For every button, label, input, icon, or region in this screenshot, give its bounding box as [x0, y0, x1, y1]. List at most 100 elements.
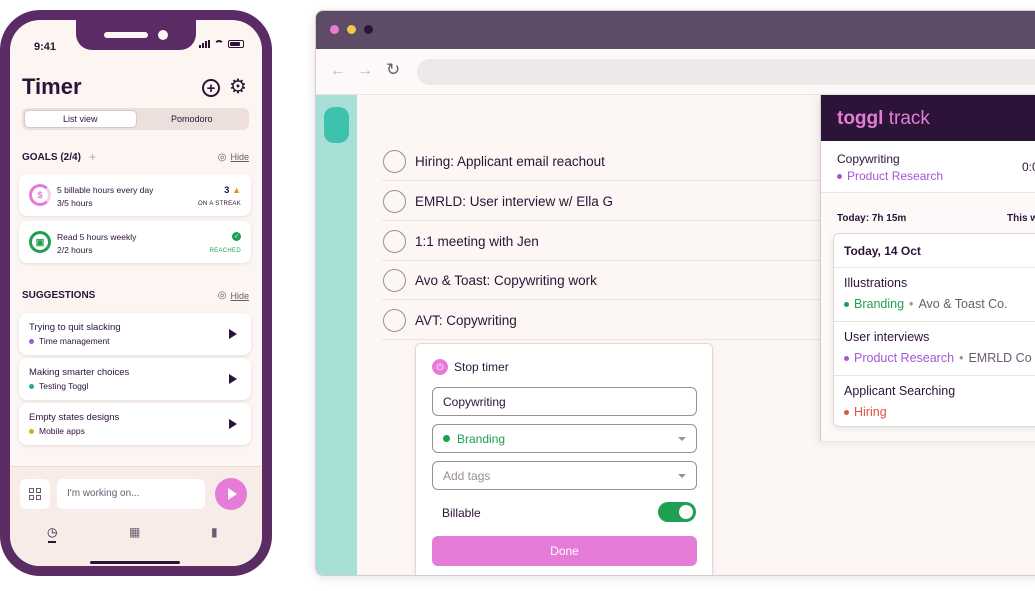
tab-list-view[interactable]: List view: [24, 110, 137, 128]
goal-card[interactable]: $ 5 billable hours every day 3/5 hours 3…: [19, 174, 251, 216]
task-label: 1:1 meeting with Jen: [415, 233, 539, 249]
app-sidebar: [316, 95, 357, 575]
goal-progress: 3/5 hours: [57, 198, 93, 208]
entry-title: Illustrations: [844, 276, 908, 290]
running-entry[interactable]: Copywriting Product Research 0:0: [821, 141, 1035, 193]
gear-icon[interactable]: ⚙: [228, 76, 248, 98]
task-checkbox[interactable]: [383, 189, 406, 213]
hide-suggestions-button[interactable]: ◎ Hide: [218, 290, 249, 301]
task-row[interactable]: 1:1 meeting with Jen: [382, 222, 842, 261]
qr-code-button[interactable]: [20, 479, 50, 509]
home-indicator: [90, 561, 180, 564]
task-row[interactable]: AVT: Copywriting: [382, 301, 842, 340]
time-entry[interactable]: Illustrations Branding • Avo & Toast Co.: [834, 267, 1035, 321]
entry-client: Avo & Toast Co.: [918, 297, 1008, 311]
play-icon: [228, 488, 237, 500]
task-row[interactable]: Avo & Toast: Copywriting work: [382, 261, 842, 300]
hide-label: Hide: [230, 152, 249, 162]
chevron-down-icon: [678, 473, 686, 478]
suggestion-item[interactable]: Empty states designs Mobile apps: [19, 403, 251, 445]
streak-number: 3: [224, 185, 230, 196]
camera: [158, 30, 168, 40]
calendar-icon[interactable]: ▦: [129, 525, 140, 539]
phone-screen: 9:41 Timer + ⚙ List view Pomodoro GOALS …: [10, 20, 262, 566]
close-dot[interactable]: [330, 25, 339, 34]
goal-status: REACHED: [209, 248, 241, 254]
play-icon[interactable]: [229, 419, 237, 429]
speaker: [104, 32, 148, 38]
stop-timer-button[interactable]: ⏻ Stop timer: [432, 359, 509, 375]
dollar-goal-icon: $: [29, 184, 51, 206]
done-button[interactable]: Done: [432, 536, 697, 566]
maximize-dot[interactable]: [364, 25, 373, 34]
separator: •: [959, 351, 964, 365]
back-icon[interactable]: ←: [330, 62, 346, 80]
sidebar-pill[interactable]: [324, 107, 349, 143]
status-time: 9:41: [34, 41, 57, 53]
suggestion-project: Time management: [29, 336, 110, 346]
reload-icon[interactable]: ↻: [386, 60, 400, 80]
add-goal-icon[interactable]: +: [89, 150, 96, 164]
project-label: Mobile apps: [39, 426, 85, 436]
battery-icon: [228, 40, 244, 48]
task-checkbox[interactable]: [383, 229, 406, 253]
time-entry[interactable]: User interviews Product Research • EMRLD…: [834, 321, 1035, 375]
description-input[interactable]: I'm working on...: [57, 479, 205, 509]
minimize-dot[interactable]: [347, 25, 356, 34]
goals-title: GOALS (2/4): [22, 151, 81, 163]
add-icon[interactable]: +: [202, 79, 220, 97]
suggestion-item[interactable]: Trying to quit slacking Time management: [19, 313, 251, 355]
suggestion-item[interactable]: Making smarter choices Testing Toggl: [19, 358, 251, 400]
project-dot: [844, 301, 849, 307]
eye-off-icon: ◎: [217, 151, 227, 163]
suggestion-project: Mobile apps: [29, 426, 85, 436]
bar-chart-icon[interactable]: ▮: [211, 525, 218, 539]
task-row[interactable]: Hiring: Applicant email reachout: [382, 142, 842, 181]
time-entry[interactable]: Applicant Searching Hiring: [834, 375, 1035, 429]
tags-select[interactable]: Add tags: [432, 461, 697, 490]
project-dot: [844, 355, 849, 361]
phone-mockup: 9:41 Timer + ⚙ List view Pomodoro GOALS …: [0, 10, 272, 576]
task-checkbox[interactable]: [383, 308, 406, 332]
page-content: Hiring: Applicant email reachout EMRLD: …: [316, 95, 1035, 575]
project-dot: [443, 435, 450, 442]
logo-toggl: toggl: [837, 108, 884, 129]
tab-pomodoro[interactable]: Pomodoro: [137, 110, 248, 128]
entry-project: Branding: [854, 297, 905, 311]
task-label: Hiring: Applicant email reachout: [415, 153, 605, 169]
play-icon[interactable]: [229, 329, 237, 339]
task-row[interactable]: EMRLD: User interview w/ Ella G: [382, 182, 842, 221]
project-select[interactable]: Branding: [432, 424, 697, 453]
logo-track: track: [883, 108, 930, 129]
task-label: EMRLD: User interview w/ Ella G: [415, 193, 614, 209]
day-title: Today, 14 Oct: [844, 244, 921, 258]
goal-card[interactable]: ▣ Read 5 hours weekly 2/2 hours ✓ REACHE…: [19, 221, 251, 263]
page-title: Timer: [22, 74, 82, 99]
goal-streak-count: 3 ▲: [224, 185, 241, 196]
task-checkbox[interactable]: [383, 149, 406, 173]
start-timer-button[interactable]: [215, 478, 247, 510]
goal-status: ON A STREAK: [198, 201, 241, 207]
project-dot: [29, 383, 34, 389]
chevron-down-icon: [678, 436, 686, 441]
url-bar[interactable]: [417, 59, 1035, 85]
task-checkbox[interactable]: [383, 268, 406, 292]
project-label: Product Research: [847, 169, 944, 183]
description-field[interactable]: Copywriting: [432, 387, 697, 416]
entry-meta: Branding • Avo & Toast Co.: [844, 297, 1008, 311]
goal-title: 5 billable hours every day: [57, 185, 154, 195]
hide-goals-button[interactable]: ◎ Hide: [218, 152, 249, 163]
toggle-knob: [679, 505, 693, 519]
clock-icon[interactable]: ◷: [47, 525, 57, 539]
project-dot: [29, 338, 34, 344]
status-icons: [199, 40, 244, 48]
project-value: Branding: [457, 431, 506, 446]
browser-window: ← → ↻ Hiring: Applicant email reachout E…: [315, 10, 1035, 576]
flame-icon: ▲: [232, 185, 241, 195]
entry-client: EMRLD Co: [968, 351, 1032, 365]
browser-toolbar: ← → ↻: [316, 49, 1035, 95]
play-icon[interactable]: [229, 374, 237, 384]
entry-title: Applicant Searching: [844, 384, 956, 398]
billable-toggle[interactable]: [658, 502, 696, 522]
forward-icon[interactable]: →: [357, 62, 373, 80]
